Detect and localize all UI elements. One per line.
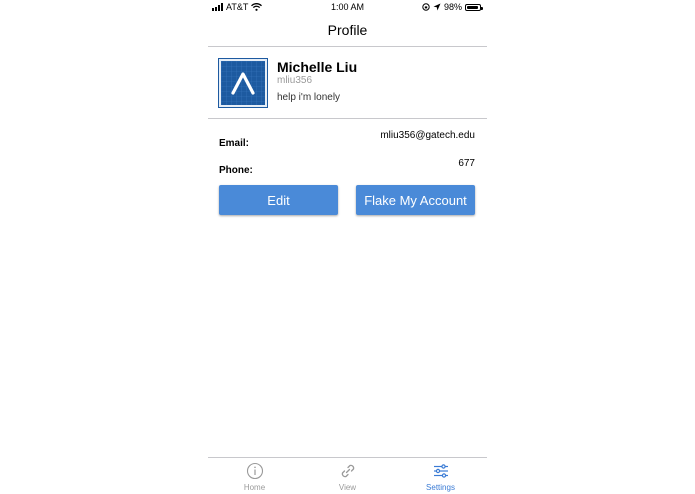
tab-settings[interactable]: Settings — [394, 462, 487, 492]
profile-username: mliu356 — [277, 75, 313, 86]
status-right: 98% — [422, 2, 483, 12]
tab-view-label: View — [338, 483, 357, 492]
phone-value: 677 — [458, 158, 475, 169]
header-divider — [208, 46, 487, 47]
tab-bar: Home View Settings — [208, 457, 487, 494]
battery-percent: 98% — [443, 2, 462, 12]
avatar — [218, 58, 268, 108]
phone-label: Phone: — [219, 165, 253, 176]
status-bar: AT&T 1:00 AM 98% — [208, 0, 487, 14]
sliders-icon — [433, 464, 448, 478]
tab-view[interactable]: View — [301, 462, 394, 492]
caret-logo-icon — [221, 61, 265, 105]
edit-button[interactable]: Edit — [219, 185, 338, 215]
orientation-lock-icon — [422, 3, 430, 11]
profile-divider — [208, 118, 487, 119]
page-title: Profile — [327, 22, 368, 38]
tab-home-label: Home — [243, 483, 266, 492]
tab-home[interactable]: Home — [208, 462, 301, 492]
link-icon — [341, 464, 354, 478]
email-label: Email: — [219, 138, 250, 149]
location-icon — [433, 3, 441, 11]
profile-name: Michelle Liu — [277, 59, 358, 75]
info-icon — [246, 462, 263, 480]
email-value: mliu356@gatech.edu — [380, 130, 475, 141]
phone-screen: AT&T 1:00 AM 98% Profile Michelle Liu ml… — [208, 0, 487, 494]
tab-settings-label: Settings — [426, 483, 455, 492]
battery-icon — [465, 3, 483, 11]
profile-bio: help i'm lonely — [277, 92, 341, 103]
flake-account-button[interactable]: Flake My Account — [356, 185, 475, 215]
